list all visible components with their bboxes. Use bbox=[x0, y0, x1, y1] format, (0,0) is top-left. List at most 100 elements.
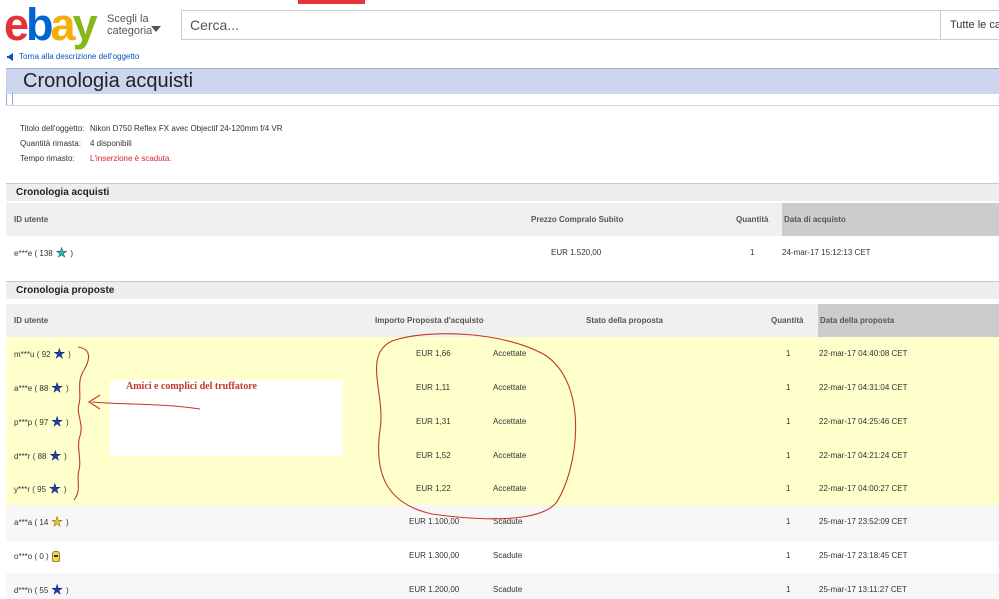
offer-amount: EUR 1,52 bbox=[416, 451, 451, 460]
bidder-user[interactable]: m***u ( 92 ★ ) bbox=[14, 346, 71, 361]
table-row: d***n ( 55 ★ ) EUR 1.200,00 Scadute 1 25… bbox=[6, 582, 999, 597]
shop-by-category-button[interactable]: Scegli la categoria bbox=[107, 13, 167, 37]
user-id: o***o bbox=[14, 552, 33, 561]
col-offer-amount: Importo Proposta d'acquisto bbox=[375, 316, 484, 325]
user-id: e***e bbox=[14, 248, 33, 258]
col-quantity: Quantità bbox=[771, 316, 804, 325]
bidder-user[interactable]: o***o ( 0 ) bbox=[14, 551, 63, 562]
back-link-label: Torna alla descrizione dell'oggetto bbox=[19, 52, 140, 61]
user-id: y***r bbox=[14, 484, 31, 494]
blue-star-icon: ★ bbox=[51, 582, 63, 597]
back-to-item-link[interactable]: Torna alla descrizione dell'oggetto bbox=[7, 52, 139, 61]
offer-amount: EUR 1,11 bbox=[416, 383, 451, 392]
feedback-score: ( 95 bbox=[32, 484, 47, 494]
user-id: a***a bbox=[14, 517, 33, 527]
col-offer-date-highlight: Data della proposta bbox=[818, 304, 999, 337]
feedback-score: ( 92 bbox=[36, 349, 51, 359]
feedback-close: ) bbox=[65, 585, 69, 595]
feedback-score: ( 0 ) bbox=[34, 552, 49, 561]
feedback-score: ( 97 bbox=[34, 417, 49, 427]
offer-status: Scadute bbox=[493, 585, 523, 594]
section-title: Cronologia proposte bbox=[16, 285, 115, 296]
caret-down-icon bbox=[151, 26, 161, 32]
info-label: Tempo rimasto: bbox=[20, 154, 75, 163]
top-accent-bar bbox=[298, 0, 365, 4]
quantity: 1 bbox=[786, 585, 791, 594]
bidder-user[interactable]: p***p ( 97 ★ ) bbox=[14, 414, 69, 429]
offer-status: Accettate bbox=[493, 451, 527, 460]
bidder-user[interactable]: d***r ( 88 ★ ) bbox=[14, 449, 67, 463]
offer-status: Accettate bbox=[493, 349, 527, 358]
user-id: d***n bbox=[14, 585, 33, 595]
search-input[interactable] bbox=[182, 11, 940, 39]
ebay-logo[interactable]: ebay bbox=[4, 2, 98, 48]
offer-amount: EUR 1.300,00 bbox=[409, 551, 460, 560]
col-offer-date: Data della proposta bbox=[820, 316, 895, 325]
table-row: e***e ( 138 ★ ) EUR 1.520,00 1 24-mar-17… bbox=[6, 245, 999, 260]
user-id: p***p bbox=[14, 417, 33, 427]
offer-date: 22-mar-17 04:21:24 CET bbox=[819, 451, 908, 460]
col-quantity: Quantità bbox=[736, 215, 769, 224]
quantity: 1 bbox=[786, 417, 791, 426]
offer-amount: EUR 1,31 bbox=[416, 417, 451, 426]
blue-star-icon: ★ bbox=[53, 346, 66, 361]
col-purchase-date-highlight: Data di acquisto bbox=[782, 203, 999, 236]
purchase-history-heading: Cronologia acquisti bbox=[6, 183, 999, 201]
feedback-score: ( 88 bbox=[32, 451, 47, 461]
bidder-user[interactable]: d***n ( 55 ★ ) bbox=[14, 582, 69, 597]
offer-history-heading: Cronologia proposte bbox=[6, 281, 999, 299]
feedback-score: ( 55 bbox=[34, 585, 49, 595]
blue-star-icon: ★ bbox=[49, 481, 61, 496]
buyer-user[interactable]: e***e ( 138 ★ ) bbox=[14, 245, 73, 260]
page-title: Cronologia acquisti bbox=[23, 70, 194, 92]
offer-amount: EUR 1,22 bbox=[416, 484, 451, 493]
new-user-shades-icon bbox=[51, 551, 60, 562]
teal-star-icon: ★ bbox=[55, 245, 68, 260]
quantity: 1 bbox=[786, 484, 791, 493]
bidder-user[interactable]: a***e ( 88 ★ ) bbox=[14, 381, 69, 395]
feedback-close: ) bbox=[65, 383, 69, 393]
col-offer-status: Stato della proposta bbox=[586, 316, 663, 325]
feedback-close: ) bbox=[68, 349, 71, 359]
info-label: Quantità rimasta: bbox=[20, 139, 81, 148]
purchase-table-header: ID utente Prezzo Compralo Subito Quantit… bbox=[6, 203, 999, 236]
bidder-user[interactable]: y***r ( 95 ★ ) bbox=[14, 481, 67, 496]
table-row: a***a ( 14 ★ ) EUR 1.100,00 Scadute 1 25… bbox=[6, 514, 999, 529]
search-divider bbox=[940, 11, 941, 39]
page-title-band: Cronologia acquisti bbox=[6, 68, 999, 94]
table-row: y***r ( 95 ★ ) EUR 1,22 Accettate 1 22-m… bbox=[6, 481, 999, 496]
blue-star-icon: ★ bbox=[51, 414, 63, 429]
search-category-select[interactable]: Tutte le cat bbox=[950, 19, 999, 31]
col-user-id: ID utente bbox=[14, 215, 49, 224]
quantity: 1 bbox=[786, 349, 791, 358]
offer-date: 25-mar-17 23:18:45 CET bbox=[819, 551, 908, 560]
offer-status: Scadute bbox=[493, 517, 523, 526]
quantity: 1 bbox=[786, 517, 791, 526]
offer-status: Accettate bbox=[493, 383, 527, 392]
quantity: 1 bbox=[786, 551, 791, 560]
table-row: m***u ( 92 ★ ) EUR 1,66 Accettate 1 22-m… bbox=[6, 346, 999, 361]
feedback-score: ( 88 bbox=[34, 383, 49, 393]
bidder-user[interactable]: a***a ( 14 ★ ) bbox=[14, 514, 69, 529]
search-bar: Tutte le cat bbox=[181, 10, 999, 40]
offer-date: 25-mar-17 23:52:09 CET bbox=[819, 517, 908, 526]
quantity: 1 bbox=[786, 383, 791, 392]
col-buy-now-price: Prezzo Compralo Subito bbox=[531, 215, 624, 224]
feedback-close: ) bbox=[64, 451, 67, 461]
section-title: Cronologia acquisti bbox=[16, 187, 110, 198]
feedback-close: ) bbox=[63, 484, 67, 494]
user-id: a***e bbox=[14, 383, 33, 393]
offer-amount: EUR 1,66 bbox=[416, 349, 451, 358]
yellow-star-icon: ★ bbox=[51, 514, 63, 529]
purchase-date: 24-mar-17 15:12:13 CET bbox=[782, 248, 871, 257]
annotation-text: Amici e complici del truffatore bbox=[126, 381, 257, 392]
quantity: 1 bbox=[750, 248, 755, 257]
site-header: ebay Scegli la categoria Tutte le cat bbox=[0, 0, 999, 50]
offer-date: 22-mar-17 04:25:46 CET bbox=[819, 417, 908, 426]
feedback-score: ( 14 bbox=[34, 517, 49, 527]
offer-status: Scadute bbox=[493, 551, 523, 560]
buy-now-price: EUR 1.520,00 bbox=[551, 248, 602, 257]
offer-date: 22-mar-17 04:40:08 CET bbox=[819, 349, 908, 358]
quantity-value: 4 disponibili bbox=[90, 139, 132, 148]
offer-amount: EUR 1.100,00 bbox=[409, 517, 460, 526]
